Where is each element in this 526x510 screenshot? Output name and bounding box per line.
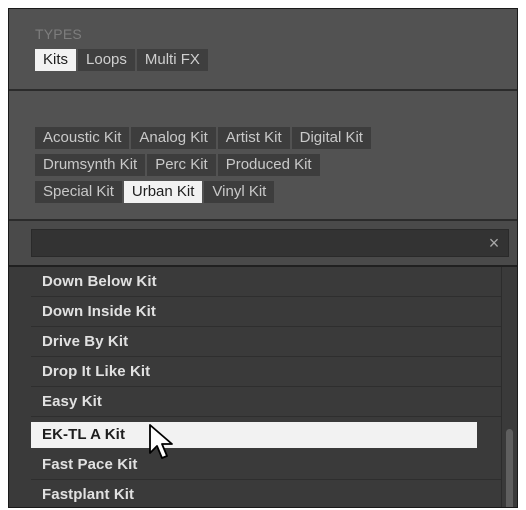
scrollbar-thumb[interactable] [506, 429, 513, 507]
types-section: TYPES Kits Loops Multi FX [9, 9, 517, 91]
type-multi-fx-button[interactable]: Multi FX [136, 49, 208, 71]
tag-digital-kit[interactable]: Digital Kit [291, 127, 371, 149]
subtypes-section: Acoustic Kit Analog Kit Artist Kit Digit… [9, 91, 517, 221]
list-item[interactable]: Down Inside Kit [31, 297, 501, 327]
types-label: TYPES [35, 26, 82, 42]
results-list: Down Below Kit Down Inside Kit Drive By … [9, 267, 501, 507]
subtype-row-1: Acoustic Kit Analog Kit Artist Kit Digit… [35, 127, 371, 149]
subtype-row-3: Special Kit Urban Kit Vinyl Kit [35, 181, 275, 203]
tag-artist-kit[interactable]: Artist Kit [217, 127, 290, 149]
list-item[interactable]: Drive By Kit [31, 327, 501, 357]
list-item-selected[interactable]: EK-TL A Kit [31, 422, 477, 448]
types-row: Kits Loops Multi FX [35, 49, 208, 71]
tag-special-kit[interactable]: Special Kit [35, 181, 122, 203]
list-item[interactable]: Drop It Like Kit [31, 357, 501, 387]
tag-drumsynth-kit[interactable]: Drumsynth Kit [35, 154, 146, 176]
tag-vinyl-kit[interactable]: Vinyl Kit [204, 181, 275, 203]
tag-perc-kit[interactable]: Perc Kit [147, 154, 216, 176]
search-input[interactable] [31, 229, 509, 257]
list-item[interactable]: Fastplant Kit [31, 480, 501, 507]
list-item[interactable]: Down Below Kit [31, 267, 501, 297]
tag-urban-kit[interactable]: Urban Kit [123, 181, 203, 203]
type-kits-button[interactable]: Kits [35, 49, 77, 71]
tag-produced-kit[interactable]: Produced Kit [217, 154, 320, 176]
mouse-pointer-icon [149, 424, 173, 459]
tag-acoustic-kit[interactable]: Acoustic Kit [35, 127, 130, 149]
tag-analog-kit[interactable]: Analog Kit [131, 127, 216, 149]
search-bar: × [9, 221, 517, 267]
results-scrollbar[interactable] [501, 267, 517, 507]
browser-panel: TYPES Kits Loops Multi FX Acoustic Kit A… [8, 8, 518, 508]
list-item[interactable]: Fast Pace Kit [31, 450, 501, 480]
list-item[interactable]: Easy Kit [31, 387, 501, 417]
close-icon[interactable]: × [485, 233, 503, 253]
subtype-row-2: Drumsynth Kit Perc Kit Produced Kit [35, 154, 320, 176]
type-loops-button[interactable]: Loops [78, 49, 135, 71]
